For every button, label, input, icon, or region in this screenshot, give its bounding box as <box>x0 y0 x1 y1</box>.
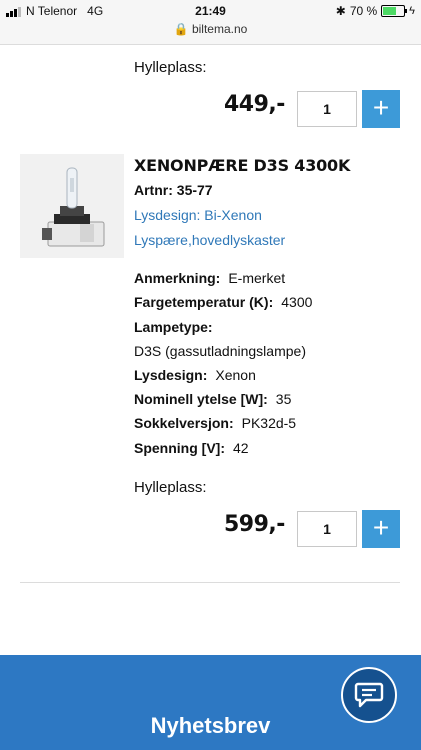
charging-icon: ϟ <box>409 5 415 17</box>
spec-row: Anmerkning: E-merket <box>134 270 286 286</box>
shelf-label: Hylleplass: <box>134 479 207 496</box>
spec-row: Lampetype: <box>134 319 213 335</box>
spec-row: Fargetemperatur (K): 4300 <box>134 294 313 310</box>
bluetooth-icon: ✱ <box>335 4 346 18</box>
product-card: XENONPÆRE D3S 4300K Artnr: 35-77 Lysdesi… <box>20 146 400 583</box>
spec-row: D3S (gassutladningslampe) <box>134 343 306 359</box>
quantity-input[interactable]: 1 <box>297 91 357 127</box>
battery-icon <box>381 5 408 17</box>
newsletter-title[interactable]: Nyhetsbrev <box>0 713 421 739</box>
spec-row: Spenning [V]: 42 <box>134 440 249 456</box>
status-bar: N Telenor 4G 21:49 ✱ 70 % ϟ 🔒 biltema.no <box>0 0 421 45</box>
quantity-input[interactable]: 1 <box>297 511 357 547</box>
newsletter-footer: Nyhetsbrev <box>0 655 421 750</box>
add-to-cart-button[interactable]: + <box>362 90 400 128</box>
product-title[interactable]: XENONPÆRE D3S 4300K <box>134 156 350 175</box>
lock-icon: 🔒 <box>173 22 189 36</box>
spec-row: Nominell ytelse [W]: 35 <box>134 391 292 407</box>
article-number: Artnr: 35-77 <box>134 182 213 198</box>
price: 449,- <box>224 92 285 117</box>
url-text: biltema.no <box>191 22 248 36</box>
product-image[interactable] <box>20 154 124 258</box>
battery-percent: 70 % <box>349 4 378 18</box>
link-lysdesign[interactable]: Lysdesign: Bi-Xenon <box>134 207 262 223</box>
spec-row: Sokkelversjon: PK32d-5 <box>134 415 297 431</box>
link-category[interactable]: Lyspære,hovedlyskaster <box>134 232 285 248</box>
xenon-bulb-icon <box>42 167 105 247</box>
shelf-label: Hylleplass: <box>134 59 207 76</box>
chat-bubble-icon <box>354 682 384 708</box>
address-bar[interactable]: 🔒 biltema.no <box>0 22 421 36</box>
price: 599,- <box>224 512 285 537</box>
add-to-cart-button[interactable]: + <box>362 510 400 548</box>
spec-row: Lysdesign: Xenon <box>134 367 256 383</box>
